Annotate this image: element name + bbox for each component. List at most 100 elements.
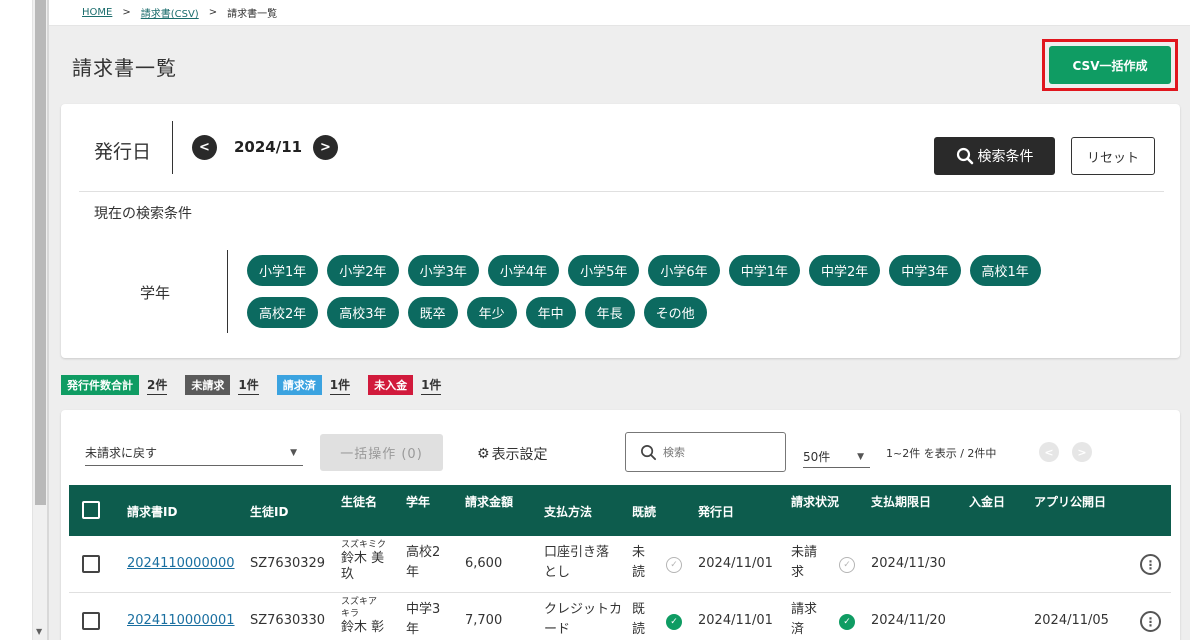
student-name: スズキア キラ 鈴木 彰: [341, 596, 384, 636]
grade-chip[interactable]: 高校1年: [969, 255, 1041, 286]
header-deposit-date[interactable]: 入金日: [969, 493, 1005, 510]
grade-chip[interactable]: 中学2年: [808, 255, 881, 286]
grade-chip[interactable]: 高校2年: [247, 297, 319, 328]
csv-button-highlight: CSV一括作成: [1042, 39, 1178, 91]
table-row: 2024110000001 SZ7630330 スズキア キラ 鈴木 彰 中学3…: [69, 593, 1171, 640]
select-all-checkbox[interactable]: [82, 501, 100, 519]
search-conditions-button[interactable]: 検索条件: [934, 137, 1055, 175]
read-line: 未: [632, 545, 646, 560]
table-header: 請求書ID 生徒ID 生徒名 学年 請求金額 支払方法 既読 発行日 請求状況 …: [69, 485, 1171, 536]
prev-page-button[interactable]: <: [1039, 442, 1059, 462]
check-circle-outline-icon: ✓: [839, 557, 855, 573]
scrollbar-thumb[interactable]: [35, 0, 46, 505]
display-settings-button[interactable]: ⚙ 表示設定: [477, 444, 548, 464]
stat-count[interactable]: 1件: [238, 376, 259, 395]
bulk-operation-button[interactable]: 一括操作 (0): [320, 434, 443, 471]
breadcrumb-separator: >: [122, 7, 131, 18]
stat-count[interactable]: 1件: [421, 376, 442, 395]
row-checkbox[interactable]: [82, 612, 100, 630]
invoice-id-link[interactable]: 2024110000001: [127, 613, 235, 628]
grade-chip[interactable]: 小学2年: [327, 255, 399, 286]
student-furigana: スズキミク: [341, 540, 387, 550]
check-circle-filled-icon: ✓: [666, 614, 682, 630]
invoice-stats: 発行件数合計 2件 未請求 1件 請求済 1件 未入金 1件: [61, 374, 459, 396]
more-options-icon[interactable]: ⋮: [1140, 611, 1161, 632]
stat-count[interactable]: 1件: [329, 376, 351, 395]
page-title: 請求書一覧: [72, 56, 177, 80]
student-furigana: キラ: [341, 609, 360, 619]
search-icon: [956, 147, 973, 165]
display-settings-label: 表示設定: [491, 447, 548, 463]
student-id: SZ7630330: [250, 613, 326, 628]
prev-month-button[interactable]: <: [192, 135, 217, 160]
issue-date-label: 発行日: [94, 141, 152, 163]
header-status[interactable]: 請求状況: [791, 493, 839, 510]
caret-down-icon: ▼: [857, 451, 864, 462]
invoice-id-link[interactable]: 2024110000000: [127, 556, 235, 571]
divider: [79, 191, 1164, 192]
per-page-select[interactable]: 50件 ▼: [803, 440, 870, 468]
stat-count[interactable]: 2件: [147, 376, 168, 395]
payment-method: クレジットカ ード: [544, 600, 622, 640]
header-grade[interactable]: 学年: [406, 493, 430, 510]
status-line: 求: [791, 565, 805, 580]
filter-card: 発行日 < 2024/11 > 検索条件 リセット 現在の検索条件 学年 小学1…: [61, 104, 1180, 358]
status-line: 未請: [791, 545, 818, 560]
check-circle-filled-icon: ✓: [839, 614, 855, 630]
header-student-id[interactable]: 生徒ID: [250, 503, 288, 520]
search-icon: [641, 444, 657, 460]
header-invoice-id[interactable]: 請求書ID: [127, 503, 177, 520]
invoice-status: 請求 済: [791, 600, 817, 640]
grade-chip[interactable]: 年中: [525, 297, 576, 328]
search-conditions-label: 検索条件: [977, 149, 1034, 165]
grade-chip[interactable]: その他: [643, 297, 707, 328]
scroll-down-arrow-icon[interactable]: ▼: [36, 628, 42, 636]
amount: 6,600: [465, 556, 503, 571]
breadcrumb-separator: >: [208, 7, 218, 18]
grade-chip[interactable]: 小学6年: [648, 255, 720, 286]
header-app-date[interactable]: アプリ公開日: [1034, 493, 1106, 510]
stat-badge: 請求済: [276, 375, 322, 395]
grade-chip[interactable]: 小学4年: [487, 255, 560, 286]
due-date: 2024/11/30: [871, 556, 946, 571]
grade-chip[interactable]: 小学3年: [407, 255, 479, 286]
header-payment-method[interactable]: 支払方法: [544, 503, 592, 520]
issue-date: 2024/11/01: [698, 613, 773, 628]
header-amount[interactable]: 請求金額: [465, 493, 513, 510]
grade-chip[interactable]: 小学1年: [247, 255, 319, 286]
next-page-button[interactable]: >: [1072, 442, 1092, 462]
grade-chip[interactable]: 中学3年: [889, 255, 961, 286]
action-select[interactable]: 未請求に戻す ▼: [85, 440, 303, 466]
breadcrumb-csv-link[interactable]: 請求書(CSV): [141, 5, 199, 20]
csv-bulk-create-button[interactable]: CSV一括作成: [1049, 46, 1171, 84]
student-furigana: スズキア: [341, 597, 378, 607]
header-student-name[interactable]: 生徒名: [341, 493, 377, 510]
header-due-date[interactable]: 支払期限日: [871, 493, 931, 510]
grade-chip[interactable]: 年少: [466, 297, 517, 328]
stat-badge: 未請求: [185, 375, 231, 395]
pagination-range: 1~2件 を表示 / 2件中: [886, 447, 997, 460]
grade-chip[interactable]: 高校3年: [327, 297, 399, 328]
reset-button[interactable]: リセット: [1071, 137, 1155, 175]
chevron-right-icon: >: [1077, 445, 1087, 459]
per-page-value: 50件: [803, 450, 831, 464]
header-read[interactable]: 既読: [632, 503, 656, 520]
status-line: 請求: [791, 602, 818, 617]
grade-line: 高校2: [406, 545, 441, 560]
read-line: 読: [632, 622, 646, 637]
header-issue-date[interactable]: 発行日: [698, 503, 734, 520]
grade-chip[interactable]: 中学1年: [728, 255, 800, 286]
search-input[interactable]: 検索: [625, 432, 786, 472]
row-checkbox[interactable]: [82, 555, 100, 573]
action-select-value: 未請求に戻す: [85, 446, 158, 460]
grade-chip-list: 小学1年 小学2年 小学3年 小学4年 小学5年 小学6年 中学1年 中学2年 中学3年 高校1年…: [247, 255, 1107, 339]
payment-line: とし: [544, 565, 571, 580]
more-options-icon[interactable]: ⋮: [1140, 554, 1161, 575]
breadcrumb-home-link[interactable]: HOME: [82, 7, 112, 18]
next-month-button[interactable]: >: [313, 135, 338, 160]
grade-chip[interactable]: 小学5年: [568, 255, 640, 286]
chevron-right-icon: >: [320, 140, 331, 155]
grade-chip[interactable]: 年長: [584, 297, 635, 328]
vertical-scrollbar[interactable]: ▼: [32, 0, 47, 640]
grade-chip[interactable]: 既卒: [407, 297, 458, 328]
